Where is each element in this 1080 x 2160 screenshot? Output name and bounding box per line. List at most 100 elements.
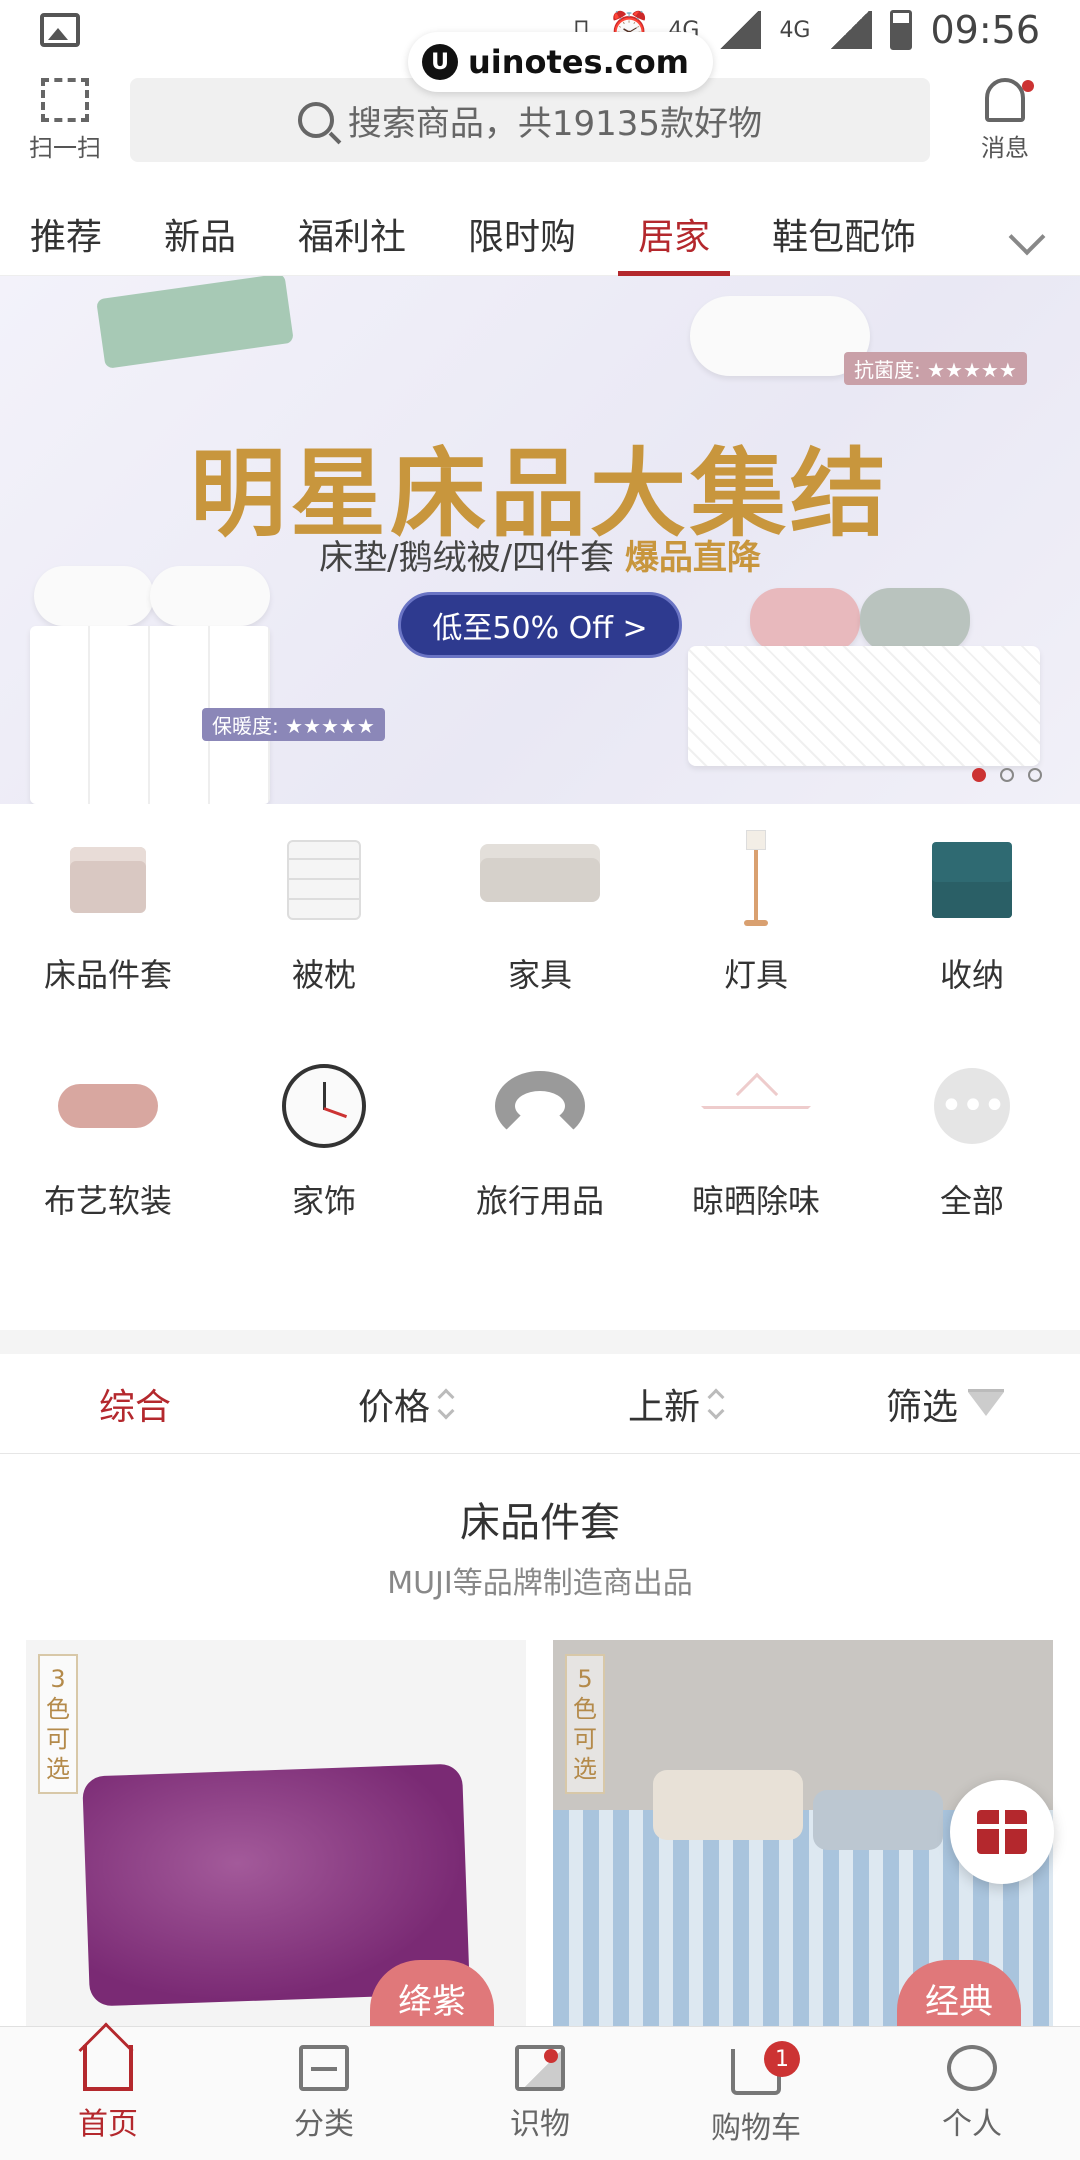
tab-shoes-bags[interactable]: 鞋包配饰 — [772, 200, 916, 276]
bedding-icon — [48, 830, 168, 930]
search-placeholder: 搜索商品，共19135款好物 — [347, 103, 763, 144]
category-bedding[interactable]: 床品件套 — [0, 830, 216, 996]
watermark: U uinotes.com — [408, 32, 714, 92]
tab-flash-sale[interactable]: 限时购 — [468, 200, 576, 276]
category-furniture[interactable]: 家具 — [432, 830, 648, 996]
white-pillow-image-2 — [150, 566, 270, 626]
network-label-b: 4G — [779, 17, 811, 43]
section-subtitle: MUJI等品牌制造商出品 — [387, 1566, 693, 1601]
sort-price[interactable]: 价格 — [270, 1354, 540, 1453]
category-icon — [299, 2044, 349, 2091]
clock-icon — [264, 1056, 384, 1156]
watermark-logo-icon: U — [422, 44, 458, 80]
filter-button[interactable]: 筛选 — [810, 1354, 1080, 1453]
nav-knowledge-label: 识物 — [510, 2106, 570, 2142]
neck-pillow-icon — [480, 1056, 600, 1156]
product-card[interactable]: 3色可选 绛紫 — [26, 1640, 526, 2030]
antibacterial-tag: 抗菌度: ★★★★★ — [844, 352, 1027, 385]
category-quilt-pillow[interactable]: 被枕 — [216, 830, 432, 996]
promo-banner[interactable]: 抗菌度: ★★★★★ 明星床品大集结 床垫/鹅绒被/四件套 爆品直降 低至50%… — [0, 276, 1080, 804]
nav-home[interactable]: 首页 — [0, 2027, 216, 2160]
scan-button[interactable]: 扫一扫 — [0, 77, 130, 163]
sort-bar: 综合 价格 上新 筛选 — [0, 1354, 1080, 1454]
picture-icon — [515, 2044, 565, 2091]
sort-price-label: 价格 — [357, 1386, 430, 1428]
chevron-down-icon[interactable] — [1008, 218, 1046, 256]
category-soft-furnishing[interactable]: 布艺软装 — [0, 1056, 216, 1222]
cart-count-badge: 1 — [764, 2041, 800, 2077]
product-color-badge: 绛紫 — [370, 1960, 494, 2030]
nav-home-label: 首页 — [78, 2106, 138, 2142]
carousel-dot — [972, 768, 986, 782]
gift-floating-button[interactable] — [950, 1780, 1054, 1884]
bell-icon — [985, 77, 1025, 122]
watermark-text: uinotes.com — [468, 43, 690, 81]
unread-dot — [1022, 79, 1034, 92]
section-divider — [0, 1330, 1080, 1354]
new-content-dot — [544, 2049, 558, 2063]
battery-icon — [890, 10, 913, 50]
lamp-icon — [696, 830, 816, 930]
sort-comprehensive[interactable]: 综合 — [0, 1354, 270, 1453]
more-icon: ••• — [912, 1056, 1032, 1156]
filter-label: 筛选 — [885, 1386, 958, 1428]
scan-icon — [41, 77, 89, 122]
pillow-image — [653, 1770, 803, 1840]
gallery-notification-icon — [40, 13, 80, 47]
nav-profile-label: 个人 — [942, 2106, 1002, 2142]
tab-recommend[interactable]: 推荐 — [30, 200, 102, 276]
pillow-image-2 — [813, 1790, 943, 1850]
nav-knowledge[interactable]: 识物 — [432, 2027, 648, 2160]
nav-cart[interactable]: 1 购物车 — [648, 2027, 864, 2160]
sort-new[interactable]: 上新 — [540, 1354, 810, 1453]
color-options-badge: 3色可选 — [38, 1654, 78, 1794]
banner-subtitle-text: 床垫/鹅绒被/四件套 — [319, 538, 615, 578]
sort-new-label: 上新 — [627, 1386, 700, 1428]
gift-icon — [977, 1810, 1027, 1854]
category-label: 旅行用品 — [475, 1182, 604, 1220]
cabinet-icon — [912, 830, 1032, 930]
tab-welfare[interactable]: 福利社 — [298, 200, 406, 276]
tab-new[interactable]: 新品 — [164, 200, 236, 276]
banner-cta-button[interactable]: 低至50% Off > — [398, 592, 682, 658]
user-icon — [947, 2044, 997, 2091]
category-lighting[interactable]: 灯具 — [648, 830, 864, 996]
carousel-indicator — [972, 768, 1042, 782]
messages-button[interactable]: 消息 — [930, 77, 1080, 163]
category-grid: 床品件套 被枕 家具 灯具 收纳 布艺软装 家饰 旅行用品 晾晒除味 ••• 全… — [0, 830, 1080, 1222]
scan-label: 扫一扫 — [29, 133, 101, 162]
sort-comprehensive-label: 综合 — [98, 1386, 171, 1428]
category-drying[interactable]: 晾晒除味 — [648, 1056, 864, 1222]
category-label: 收纳 — [939, 956, 1004, 994]
category-tabs: 推荐 新品 福利社 限时购 居家 鞋包配饰 — [0, 200, 1080, 276]
nav-profile[interactable]: 个人 — [864, 2027, 1080, 2160]
category-label: 家饰 — [291, 1182, 356, 1220]
grey-pillow-image — [860, 588, 970, 652]
category-label: 灯具 — [723, 956, 788, 994]
section-title: 床品件套 — [460, 1500, 620, 1546]
nav-category-label: 分类 — [294, 2106, 354, 2142]
color-options-badge: 5色可选 — [565, 1654, 605, 1794]
nav-category[interactable]: 分类 — [216, 2027, 432, 2160]
mattress-image — [688, 646, 1040, 766]
signal-icon — [717, 11, 762, 49]
category-label: 全部 — [939, 1182, 1004, 1220]
pink-pillow-image — [750, 588, 860, 652]
messages-label: 消息 — [981, 133, 1029, 162]
category-label: 床品件套 — [43, 956, 172, 994]
latex-pillow-image — [690, 296, 870, 376]
bottom-navigation: 首页 分类 识物 1 购物车 个人 — [0, 2026, 1080, 2160]
home-icon — [83, 2044, 133, 2091]
category-storage[interactable]: 收纳 — [864, 830, 1080, 996]
category-all[interactable]: ••• 全部 — [864, 1056, 1080, 1222]
plush-icon — [48, 1056, 168, 1156]
category-home-decor[interactable]: 家饰 — [216, 1056, 432, 1222]
tab-home-living[interactable]: 居家 — [618, 200, 731, 276]
category-travel[interactable]: 旅行用品 — [432, 1056, 648, 1222]
carousel-dot — [1000, 768, 1014, 782]
sort-arrows-icon — [707, 1388, 725, 1419]
category-label: 被枕 — [291, 956, 356, 994]
hanger-icon — [696, 1056, 816, 1156]
category-label: 布艺软装 — [43, 1182, 172, 1220]
sort-arrows-icon — [437, 1388, 455, 1419]
